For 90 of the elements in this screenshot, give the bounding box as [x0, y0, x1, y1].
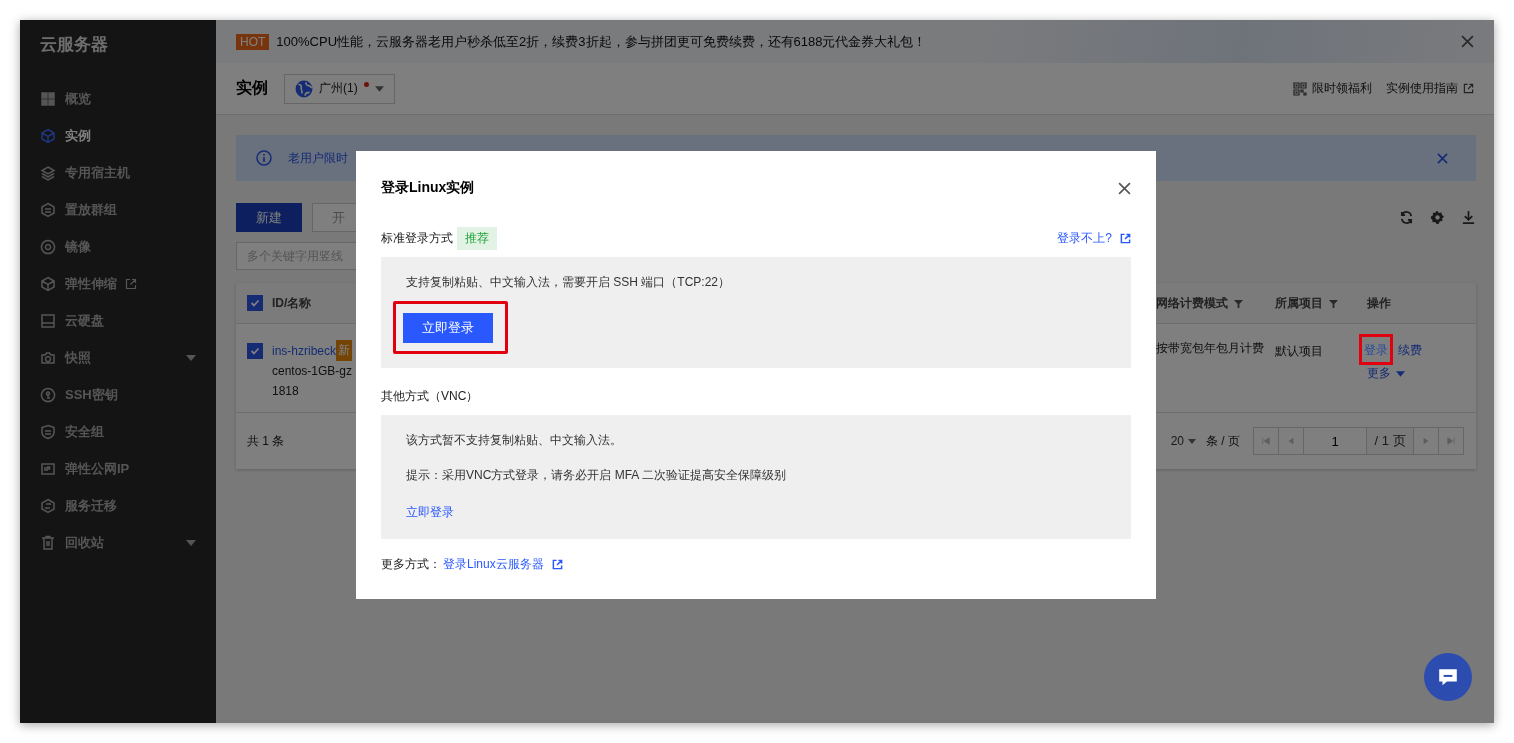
table-cell-text: 默认项目	[1275, 343, 1323, 360]
external-link-icon	[125, 277, 137, 290]
sidebar-item[interactable]: 快照	[20, 339, 216, 376]
more-methods-label: 更多方式：	[381, 556, 441, 573]
hot-badge: HOT	[236, 33, 270, 50]
action-link[interactable]: 续费	[1398, 343, 1422, 357]
page-size-select[interactable]: 20	[1164, 433, 1202, 449]
sidebar-item[interactable]: 置放群组	[20, 191, 216, 228]
table-cell-text: 按带宽包年包月计费	[1156, 340, 1265, 357]
previous-page-icon	[1287, 437, 1295, 445]
cube-icon	[40, 127, 56, 144]
first-page-icon	[1262, 437, 1270, 445]
trash-icon	[40, 534, 56, 551]
instance-name: 1818	[272, 383, 299, 400]
download-icon[interactable]	[1461, 210, 1476, 225]
new-badge: 新	[336, 340, 353, 361]
help-link[interactable]: 登录不上?	[1057, 229, 1131, 247]
recommended-tag: 推荐	[457, 226, 497, 250]
globe-icon	[295, 79, 313, 98]
column-header: ID/名称	[272, 294, 312, 312]
more-dropdown[interactable]: 更多	[1367, 365, 1405, 382]
layers-icon	[40, 164, 56, 181]
sidebar-item[interactable]: 云硬盘	[20, 302, 216, 339]
check-icon	[249, 297, 261, 309]
key-icon	[40, 386, 56, 403]
action-link[interactable]: 登录	[1364, 343, 1388, 357]
section-label: 标准登录方式	[381, 229, 453, 247]
shield-icon	[40, 423, 56, 440]
checkbox[interactable]	[247, 295, 263, 311]
sidebar-item[interactable]: 服务迁移	[20, 487, 216, 524]
toolbar-button[interactable]: 新建	[236, 203, 302, 232]
column-header: 操作	[1367, 294, 1391, 312]
sidebar-item[interactable]: 回收站	[20, 524, 216, 561]
description-text: 该方式暂不支持复制粘贴、中文输入法。	[406, 432, 622, 449]
checkbox[interactable]	[247, 343, 263, 359]
check-icon	[249, 345, 261, 357]
instance-name: centos-1GB-gz	[272, 363, 353, 380]
qr-code-icon	[1293, 81, 1307, 96]
settings-icon[interactable]	[1430, 210, 1445, 225]
caret-icon	[186, 354, 196, 361]
page-total: / 1 页	[1366, 427, 1414, 455]
page-size-label: 条 / 页	[1206, 433, 1240, 450]
cube-icon	[40, 275, 56, 292]
last-page-icon	[1447, 437, 1455, 445]
next-page-icon	[1422, 437, 1430, 445]
more-methods-link[interactable]: 登录Linux云服务器	[443, 556, 563, 573]
login-link[interactable]: 立即登录	[406, 504, 454, 521]
close-icon[interactable]	[1461, 35, 1474, 48]
column-header: 网络计费模式	[1156, 294, 1243, 312]
hexagon-icon	[40, 201, 56, 218]
caret-icon	[1396, 370, 1405, 377]
sidebar-item[interactable]: 专用宿主机	[20, 154, 216, 191]
instance-link[interactable]: ins-hzribeck	[272, 343, 337, 358]
sidebar-title: 云服务器	[39, 34, 109, 56]
description-text: 支持复制粘贴、中文输入法，需要开启 SSH 端口（TCP:22）	[406, 274, 731, 291]
sidebar-item[interactable]: 概览	[20, 80, 216, 117]
sidebar-item[interactable]: 安全组	[20, 413, 216, 450]
sidebar-item[interactable]: SSH密钥	[20, 376, 216, 413]
camera-icon	[40, 349, 56, 366]
header-link[interactable]: 限时领福利	[1293, 80, 1372, 97]
close-icon[interactable]	[1118, 181, 1131, 195]
external-link-icon	[1120, 232, 1131, 244]
page-number-field[interactable]: 1	[1303, 427, 1367, 455]
external-link-icon	[1463, 83, 1474, 94]
sidebar-item[interactable]: 镜像	[20, 228, 216, 265]
caret-icon	[374, 85, 384, 92]
section-label: 其他方式（VNC）	[381, 387, 479, 405]
filter-icon[interactable]	[1329, 298, 1338, 308]
page-title: 实例	[236, 78, 268, 98]
banner-text: 100%CPU性能，云服务器老用户秒杀低至2折，续费3折起，参与拼团更可免费续费，还有6188元代金券大礼包！	[276, 32, 927, 51]
header-link[interactable]: 实例使用指南	[1386, 80, 1474, 97]
login-button[interactable]: 立即登录	[403, 313, 493, 343]
dialog-title: 登录Linux实例	[381, 179, 475, 197]
target-icon	[40, 238, 56, 255]
info-icon	[256, 150, 272, 166]
refresh-icon[interactable]	[1399, 210, 1414, 225]
sidebar-item[interactable]: 弹性公网IP	[20, 450, 216, 487]
total-count: 共 1 条	[247, 433, 285, 450]
grid-icon	[40, 90, 56, 107]
description-text: 提示：采用VNC方式登录，请务必开启 MFA 二次验证提高安全保障级别	[406, 467, 786, 484]
column-header: 所属项目	[1275, 294, 1338, 312]
sidebar-item[interactable]: 弹性伸缩	[20, 265, 216, 302]
filter-icon[interactable]	[1234, 298, 1243, 308]
region-selector[interactable]: 广州(1)	[284, 73, 395, 104]
caret-icon	[1188, 438, 1196, 444]
alert-text: 老用户限时	[288, 149, 348, 167]
sidebar-item[interactable]: 实例	[20, 117, 216, 154]
caret-icon	[186, 539, 196, 546]
notification-dot	[363, 82, 369, 87]
external-link-icon	[551, 559, 563, 570]
